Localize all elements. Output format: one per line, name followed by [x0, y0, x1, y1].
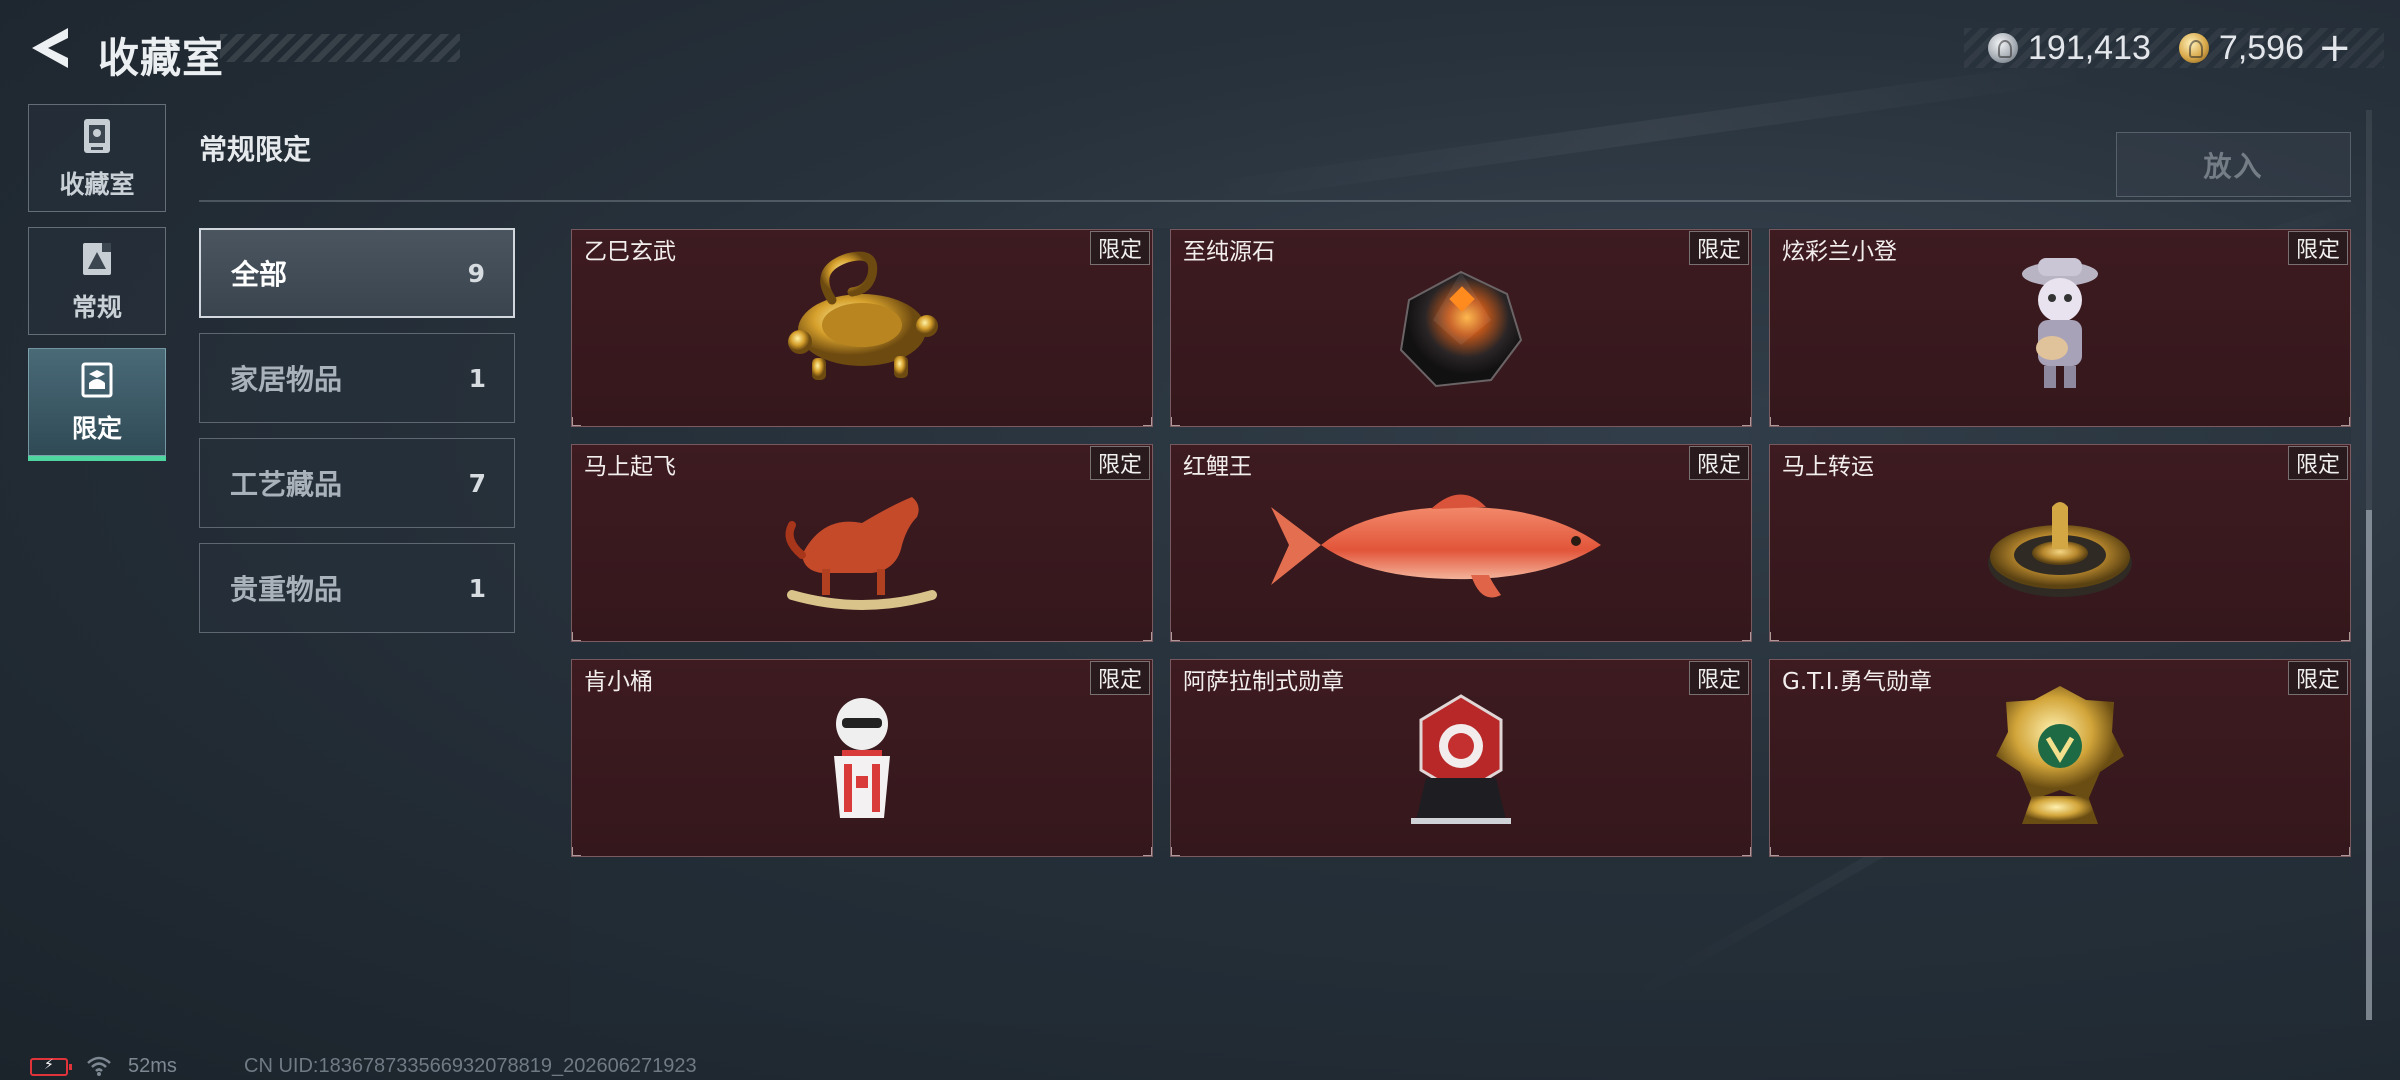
item-card[interactable]: 阿萨拉制式勋章 限定	[1170, 659, 1752, 857]
wifi-icon	[87, 1056, 111, 1076]
item-name: 肯小桶	[584, 669, 653, 695]
rail-item-label: 收藏室	[59, 170, 135, 199]
item-card[interactable]: 马上转运 限定	[1769, 444, 2351, 642]
limited-tag: 限定	[2288, 446, 2348, 480]
limited-tag: 限定	[1689, 231, 1749, 265]
limited-frame-icon	[81, 362, 113, 398]
network-ping: 52ms	[128, 1055, 177, 1077]
scrollbar-thumb[interactable]	[2366, 510, 2372, 1020]
limited-tag: 限定	[1090, 661, 1150, 695]
item-card[interactable]: 炫彩兰小登 限定	[1769, 229, 2351, 427]
standard-frame-icon	[83, 243, 111, 275]
item-name: 炫彩兰小登	[1782, 239, 1897, 265]
limited-tag: 限定	[1689, 661, 1749, 695]
gold-currency-value: 7,596	[2218, 28, 2304, 67]
category-count: 1	[468, 573, 486, 603]
item-name: 乙巳玄武	[584, 239, 676, 265]
item-card[interactable]: 至纯源石 限定	[1170, 229, 1752, 427]
category-label: 工艺藏品	[230, 468, 343, 501]
section-divider	[199, 200, 2351, 202]
item-name: G.T.I.勇气勋章	[1782, 669, 1932, 695]
back-arrow-icon	[32, 28, 68, 68]
item-card[interactable]: 红鲤王 限定	[1170, 444, 1752, 642]
category-count: 7	[468, 468, 486, 498]
item-name: 至纯源石	[1183, 239, 1275, 265]
item-card[interactable]: 乙巳玄武 限定	[571, 229, 1153, 427]
item-card[interactable]: 马上起飞 限定	[571, 444, 1153, 642]
rail-item-standard[interactable]: 常规	[28, 227, 166, 335]
category-label: 贵重物品	[230, 573, 343, 606]
battery-charging-icon: ⚡	[30, 1057, 72, 1076]
item-name: 红鲤王	[1183, 454, 1252, 480]
category-count: 1	[468, 363, 486, 393]
red-carp-icon	[1271, 494, 1601, 598]
limited-tag: 限定	[1090, 231, 1150, 265]
silver-currency-value: 191,413	[2028, 28, 2151, 67]
category-home-items[interactable]: 家居物品 1	[199, 333, 515, 423]
limited-tag: 限定	[2288, 661, 2348, 695]
currency-bar: 191,413 7,596 +	[1964, 25, 2384, 71]
add-currency-button[interactable]: +	[2318, 25, 2352, 71]
category-label: 全部	[231, 258, 288, 291]
top-header: 收藏室 191,413 7,596 +	[0, 0, 2400, 96]
limited-tag: 限定	[1090, 446, 1150, 480]
category-count: 9	[467, 258, 485, 288]
item-name: 马上转运	[1782, 454, 1874, 480]
category-label: 家居物品	[230, 363, 343, 396]
category-crafts[interactable]: 工艺藏品 7	[199, 438, 515, 528]
trophy-cabinet-icon	[84, 119, 110, 153]
status-footer: ⚡ 52ms CN UID:183678733566932078819_2026…	[0, 1052, 2400, 1080]
colonel-bucket-icon	[834, 698, 890, 818]
rail-item-collection-room[interactable]: 收藏室	[28, 104, 166, 212]
user-uid: CN UID:183678733566932078819_20260627192…	[244, 1055, 697, 1077]
rail-item-limited[interactable]: 限定	[28, 348, 166, 461]
title-decoration	[220, 34, 460, 62]
section-title: 常规限定	[199, 133, 312, 166]
limited-tag: 限定	[1689, 446, 1749, 480]
page-title: 收藏室	[98, 34, 224, 82]
rail-item-label: 常规	[71, 293, 122, 322]
item-card[interactable]: G.T.I.勇气勋章 限定	[1769, 659, 2351, 857]
rail-item-label: 限定	[71, 414, 122, 443]
limited-tag: 限定	[2288, 231, 2348, 265]
silver-coin-icon	[1988, 33, 2018, 63]
category-all[interactable]: 全部 9	[199, 228, 515, 318]
category-valuables[interactable]: 贵重物品 1	[199, 543, 515, 633]
gold-coin-icon	[2178, 33, 2209, 63]
item-name: 阿萨拉制式勋章	[1183, 669, 1344, 695]
item-card[interactable]: 肯小桶 限定	[571, 659, 1153, 857]
item-name: 马上起飞	[584, 454, 676, 480]
place-button[interactable]: 放入	[2116, 132, 2351, 197]
back-button[interactable]	[28, 24, 72, 72]
